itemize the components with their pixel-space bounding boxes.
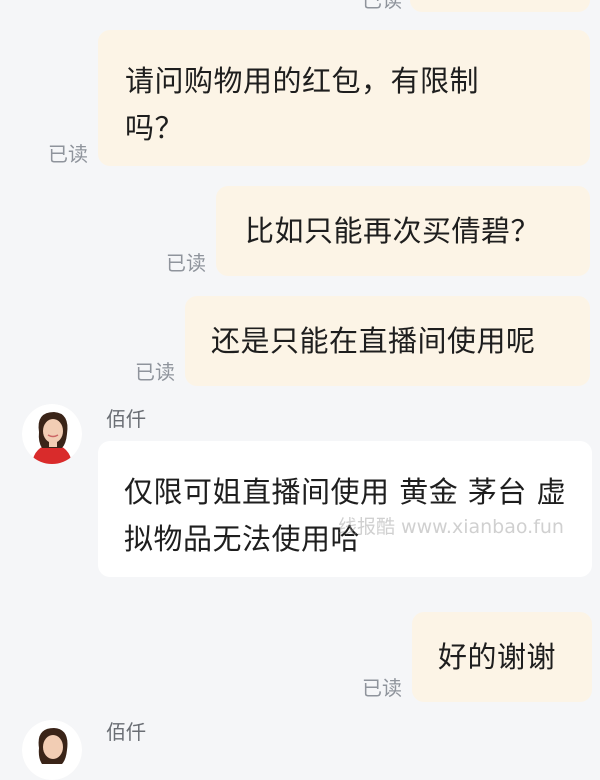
message-bubble-self[interactable]: 请问购物用的红包，有限制吗？ <box>98 30 590 166</box>
message-text: 还是只能在直播间使用呢 <box>211 324 536 358</box>
read-receipt: 已读 <box>166 251 206 275</box>
sender-name: 佰仟 <box>106 407 146 431</box>
avatar[interactable] <box>22 404 82 464</box>
message-text: 请问购物用的红包，有限制吗？ <box>125 64 480 145</box>
read-receipt: 已读 <box>362 676 402 700</box>
sender-name: 佰仟 <box>106 720 146 744</box>
read-receipt: 已读 <box>362 0 402 12</box>
message-bubble-self[interactable]: 还是只能在直播间使用呢 <box>185 296 590 386</box>
message-bubble-self[interactable]: 好的谢谢 <box>412 612 592 702</box>
message-bubble-self[interactable] <box>410 0 590 12</box>
avatar[interactable] <box>22 720 82 780</box>
avatar-woman-red-top-icon <box>22 720 82 780</box>
read-receipt: 已读 <box>135 360 175 384</box>
message-text: 好的谢谢 <box>438 640 557 674</box>
read-receipt: 已读 <box>48 142 88 166</box>
message-text: 仅限可姐直播间使用 黄金 茅台 虚拟物品无法使用哈 <box>124 475 567 556</box>
avatar-woman-red-top-icon <box>22 404 82 464</box>
message-text: 比如只能再次买倩碧？ <box>245 214 541 248</box>
message-bubble-other[interactable]: 仅限可姐直播间使用 黄金 茅台 虚拟物品无法使用哈 <box>98 441 592 577</box>
message-bubble-self[interactable]: 比如只能再次买倩碧？ <box>216 186 590 276</box>
